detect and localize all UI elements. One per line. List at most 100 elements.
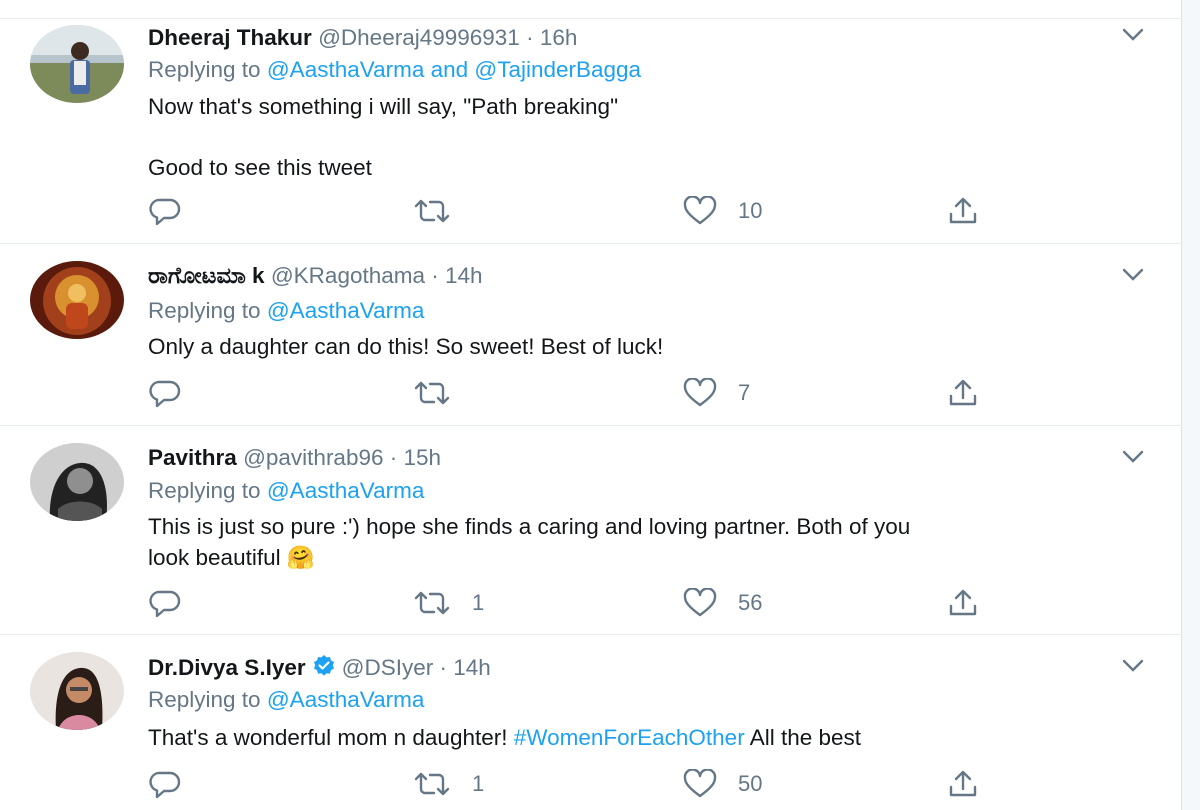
tweet-text-line: look beautiful 🤗 — [148, 542, 1158, 573]
tweet-text-line: That's a wonderful mom n daughter! #Wome… — [148, 722, 1158, 753]
handle[interactable]: @Dheeraj49996931 — [318, 25, 520, 50]
avatar[interactable] — [30, 652, 124, 730]
like-count: 7 — [738, 380, 751, 405]
retweet-icon — [412, 769, 452, 799]
tweet-card[interactable]: Pavithra @pavithrab96 · 15h Replying to … — [0, 425, 1182, 635]
reply-icon — [148, 196, 182, 226]
tweet-text-line: Good to see this tweet — [148, 155, 372, 180]
share-button[interactable] — [946, 195, 980, 227]
separator: · — [425, 263, 445, 288]
hashtag-link[interactable]: #WomenForEachOther — [514, 725, 745, 750]
tweet-header: Pavithra @pavithrab96 · 15h — [148, 445, 441, 471]
reply-button[interactable] — [148, 377, 182, 409]
like-icon — [682, 769, 718, 799]
avatar[interactable] — [30, 25, 124, 103]
mention-link[interactable]: @AasthaVarma — [267, 298, 425, 323]
mention-link[interactable]: @AasthaVarma and @TajinderBagga — [267, 57, 641, 82]
reply-button[interactable] — [148, 587, 182, 619]
share-icon — [946, 378, 980, 408]
reply-icon — [148, 588, 182, 618]
replying-prefix: Replying to — [148, 687, 261, 712]
tweet-text-fragment: That's a wonderful mom n daughter! — [148, 725, 514, 750]
like-button[interactable]: 56 — [682, 587, 762, 619]
separator: · — [433, 655, 454, 680]
tweet-header: Dr.Divya S.Iyer @DSIyer · 14h — [148, 654, 491, 684]
display-name[interactable]: ರಾಗೋಟಮಾ k — [148, 263, 265, 288]
tweet-actions: 10 — [148, 195, 1048, 227]
retweet-button[interactable]: 1 — [412, 768, 484, 800]
retweet-count: 1 — [472, 771, 485, 796]
timestamp[interactable]: 14h — [453, 655, 491, 680]
replying-to: Replying to @AasthaVarma and @TajinderBa… — [148, 57, 641, 83]
reply-icon — [148, 378, 182, 408]
share-button[interactable] — [946, 768, 980, 800]
handle[interactable]: @pavithrab96 — [243, 445, 383, 470]
like-count: 56 — [738, 590, 763, 615]
reply-button[interactable] — [148, 768, 182, 800]
display-name[interactable]: Dr.Divya S.Iyer — [148, 655, 306, 680]
display-name[interactable]: Dheeraj Thakur — [148, 25, 312, 50]
retweet-count: 1 — [472, 590, 485, 615]
mention-link[interactable]: @AasthaVarma — [267, 478, 425, 503]
replying-to: Replying to @AasthaVarma — [148, 478, 424, 504]
tweet-card[interactable]: Dr.Divya S.Iyer @DSIyer · 14h Replying to… — [0, 634, 1182, 810]
handle[interactable]: @KRagothama — [271, 263, 425, 288]
tweet-actions: 7 — [148, 377, 1048, 409]
like-count: 50 — [738, 771, 763, 796]
like-button[interactable]: 7 — [682, 377, 750, 409]
tweet-text: Now that's something i will say, "Path b… — [148, 91, 1158, 183]
retweet-button[interactable] — [412, 195, 472, 227]
replying-to: Replying to @AasthaVarma — [148, 298, 424, 324]
chevron-down-icon[interactable] — [1122, 656, 1144, 679]
window-scrollbar-edge[interactable] — [1181, 0, 1200, 810]
reply-button[interactable] — [148, 195, 182, 227]
like-count: 10 — [738, 198, 763, 223]
like-button[interactable]: 10 — [682, 195, 762, 227]
tweet-text-fragment: All the best — [744, 725, 862, 750]
retweet-button[interactable]: 1 — [412, 587, 484, 619]
tweet-text-line: Only a daughter can do this! So sweet! B… — [148, 334, 664, 359]
timestamp[interactable]: 16h — [540, 25, 578, 50]
handle[interactable]: @DSIyer — [342, 655, 434, 680]
hugging-face-emoji: 🤗 — [286, 545, 315, 570]
like-icon — [682, 196, 718, 226]
mention-link[interactable]: @AasthaVarma — [267, 687, 425, 712]
timestamp[interactable]: 15h — [404, 445, 442, 470]
tweet-text: That's a wonderful mom n daughter! #Wome… — [148, 722, 1158, 753]
separator: · — [383, 445, 404, 470]
tweet-header: Dheeraj Thakur @Dheeraj49996931 · 16h — [148, 25, 577, 51]
share-button[interactable] — [946, 377, 980, 409]
timestamp[interactable]: 14h — [445, 263, 483, 288]
tweet-header: ರಾಗೋಟಮಾ k @KRagothama · 14h — [148, 263, 483, 289]
retweet-icon — [412, 196, 452, 226]
tweet-actions: 1 56 — [148, 587, 1048, 619]
retweet-icon — [412, 378, 452, 408]
retweet-button[interactable] — [412, 377, 472, 409]
tweet-text: Only a daughter can do this! So sweet! B… — [148, 331, 1158, 362]
tweet-card[interactable]: Dheeraj Thakur @Dheeraj49996931 · 16h Re… — [0, 19, 1182, 244]
verified-badge-icon — [312, 654, 336, 684]
share-button[interactable] — [946, 587, 980, 619]
like-icon — [682, 588, 718, 618]
tweet-text-line: This is just so pure :') hope she finds … — [148, 514, 911, 539]
replying-to: Replying to @AasthaVarma — [148, 687, 424, 713]
retweet-icon — [412, 588, 452, 618]
avatar[interactable] — [30, 443, 124, 521]
replying-prefix: Replying to — [148, 298, 261, 323]
share-icon — [946, 769, 980, 799]
replying-prefix: Replying to — [148, 478, 261, 503]
tweet-text-fragment: look beautiful — [148, 545, 281, 570]
reply-icon — [148, 769, 182, 799]
like-icon — [682, 378, 718, 408]
display-name[interactable]: Pavithra — [148, 445, 237, 470]
tweet-text: This is just so pure :') hope she finds … — [148, 511, 1158, 573]
like-button[interactable]: 50 — [682, 768, 762, 800]
tweet-card[interactable]: ರಾಗೋಟಮಾ k @KRagothama · 14h Replying to … — [0, 243, 1182, 426]
avatar[interactable] — [30, 261, 124, 339]
share-icon — [946, 588, 980, 618]
share-icon — [946, 196, 980, 226]
chevron-down-icon[interactable] — [1122, 265, 1144, 288]
tweet-actions: 1 50 — [148, 768, 1048, 800]
chevron-down-icon[interactable] — [1122, 25, 1144, 48]
chevron-down-icon[interactable] — [1122, 447, 1144, 470]
